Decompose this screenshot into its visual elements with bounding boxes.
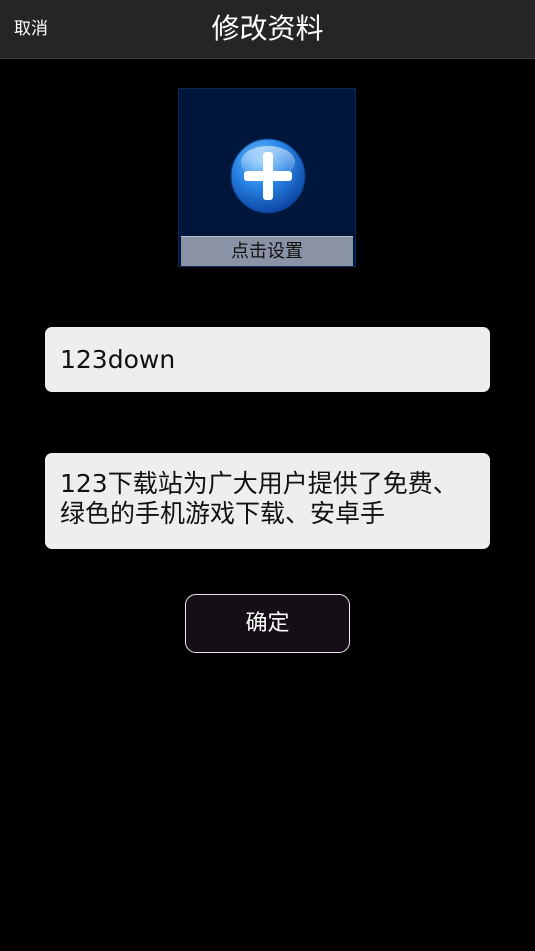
edit-profile-screen: 取消 修改资料 点击设置 123下载站为广大用户提供了	[0, 0, 535, 951]
bio-text: 123下载站为广大用户提供了免费、绿色的手机游戏下载、安卓手	[60, 469, 458, 528]
top-bar: 取消 修改资料	[0, 0, 535, 59]
avatar-caption: 点击设置	[181, 236, 353, 266]
bio-textarea[interactable]: 123下载站为广大用户提供了免费、绿色的手机游戏下载、安卓手	[45, 453, 490, 549]
nickname-input[interactable]	[45, 327, 490, 392]
confirm-button[interactable]: 确定	[185, 594, 350, 653]
page-title: 修改资料	[211, 12, 324, 45]
avatar-picker[interactable]: 点击设置	[178, 88, 356, 267]
plus-circle-icon	[230, 138, 306, 214]
